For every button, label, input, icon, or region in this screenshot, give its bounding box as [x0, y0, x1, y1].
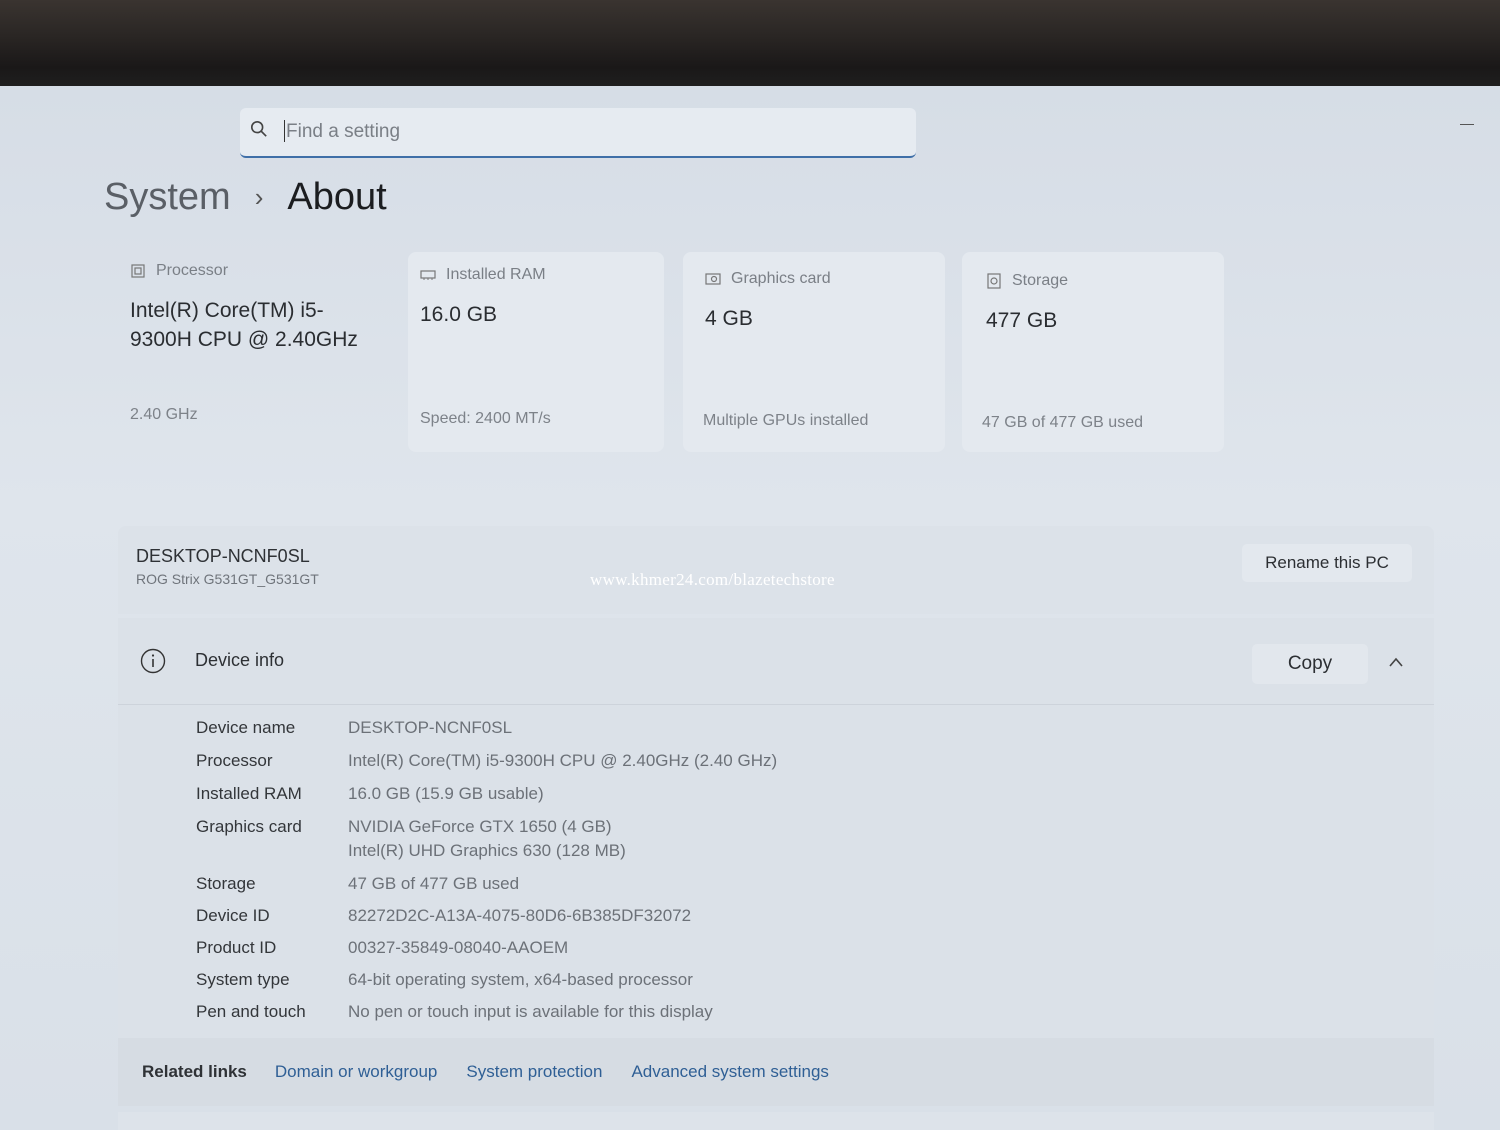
card-sub: 2.40 GHz — [130, 406, 198, 423]
card-label: Graphics card — [731, 270, 831, 287]
card-graphics-card: Graphics card 4 GB Multiple GPUs install… — [683, 252, 945, 452]
spec-value: NVIDIA GeForce GTX 1650 (4 GB) Intel(R) … — [348, 815, 626, 863]
card-processor: Processor Intel(R) Core(TM) i5-9300H CPU… — [130, 252, 392, 452]
spec-row: Processor Intel(R) Core(TM) i5-9300H CPU… — [196, 749, 777, 773]
chevron-up-icon[interactable] — [1388, 656, 1404, 668]
search-input[interactable] — [284, 118, 888, 146]
spec-label: Product ID — [196, 938, 277, 957]
pc-name: DESKTOP-NCNF0SL — [136, 546, 310, 566]
card-value: 477 GB — [986, 309, 1058, 332]
rename-pc-button[interactable]: Rename this PC — [1242, 544, 1412, 582]
spec-row: Storage 47 GB of 477 GB used — [196, 872, 777, 896]
related-links-label: Related links — [142, 1062, 247, 1081]
page-title: About — [287, 175, 387, 218]
next-section-strip — [118, 1112, 1434, 1130]
spec-value: No pen or touch input is available for t… — [348, 1002, 713, 1021]
laptop-bezel — [0, 0, 1500, 90]
settings-window: System › About Processor Intel(R) Core(T… — [0, 86, 1500, 1130]
link-system-protection[interactable]: System protection — [466, 1062, 602, 1082]
card-sub: Speed: 2400 MT/s — [420, 410, 551, 427]
processor-icon — [131, 264, 145, 278]
link-advanced-system-settings[interactable]: Advanced system settings — [631, 1062, 828, 1082]
device-info-title: Device info — [195, 650, 285, 670]
breadcrumb-separator: › — [254, 181, 264, 212]
card-value: 4 GB — [705, 307, 753, 330]
storage-icon — [987, 273, 1001, 289]
spec-row: Device ID 82272D2C-A13A-4075-80D6-6B385D… — [196, 904, 777, 928]
info-icon — [140, 648, 166, 674]
spec-label: Graphics card — [196, 817, 302, 836]
breadcrumb: System › About — [104, 172, 387, 222]
gpu-primary: NVIDIA GeForce GTX 1650 (4 GB) — [348, 817, 612, 836]
spec-label: System type — [196, 970, 290, 989]
spec-label: Pen and touch — [196, 1002, 306, 1021]
graphics-card-icon — [705, 273, 721, 285]
card-sub: 47 GB of 477 GB used — [982, 414, 1143, 431]
text-caret — [284, 120, 285, 142]
spec-row: Graphics card NVIDIA GeForce GTX 1650 (4… — [196, 815, 777, 863]
search-icon — [250, 120, 267, 137]
spec-label: Installed RAM — [196, 784, 302, 803]
card-label: Installed RAM — [446, 266, 546, 283]
search-box[interactable] — [240, 108, 916, 158]
spec-row: Device name DESKTOP-NCNF0SL — [196, 716, 777, 740]
card-label: Processor — [156, 262, 229, 279]
spec-row: System type 64-bit operating system, x64… — [196, 968, 777, 992]
spec-label: Processor — [196, 751, 273, 770]
spec-value: 82272D2C-A13A-4075-80D6-6B385DF32072 — [348, 906, 692, 925]
minimize-button[interactable] — [1460, 124, 1474, 125]
spec-row: Product ID 00327-35849-08040-AAOEM — [196, 936, 777, 960]
spec-label: Storage — [196, 874, 256, 893]
watermark: www.khmer24.com/blazetechstore — [590, 570, 835, 589]
card-value: 16.0 GB — [420, 303, 498, 326]
link-domain-or-workgroup[interactable]: Domain or workgroup — [275, 1062, 438, 1082]
card-storage: Storage 477 GB 47 GB of 477 GB used — [962, 252, 1224, 452]
pc-model: ROG Strix G531GT_G531GT — [136, 571, 319, 587]
spec-row: Installed RAM 16.0 GB (15.9 GB usable) — [196, 782, 777, 806]
spec-label: Device ID — [196, 906, 270, 925]
gpu-secondary: Intel(R) UHD Graphics 630 (128 MB) — [348, 841, 626, 860]
spec-value: DESKTOP-NCNF0SL — [348, 718, 513, 737]
card-label: Storage — [1012, 272, 1069, 289]
copy-button[interactable]: Copy — [1252, 644, 1368, 684]
card-sub: Multiple GPUs installed — [703, 412, 869, 429]
spec-value: 64-bit operating system, x64-based proce… — [348, 970, 693, 989]
spec-value: 47 GB of 477 GB used — [348, 874, 520, 893]
spec-value: Intel(R) Core(TM) i5-9300H CPU @ 2.40GHz… — [348, 751, 778, 770]
ram-icon — [420, 270, 436, 280]
device-info-header[interactable]: Device info Copy — [118, 618, 1434, 705]
pc-name-row: DESKTOP-NCNF0SL ROG Strix G531GT_G531GT … — [118, 526, 1434, 614]
related-links-bar: Related links Domain or workgroup System… — [118, 1038, 1434, 1106]
device-spec-list: Device name DESKTOP-NCNF0SL Processor In… — [196, 716, 777, 1024]
spec-row: Pen and touch No pen or touch input is a… — [196, 1000, 777, 1024]
breadcrumb-system[interactable]: System — [104, 176, 231, 219]
device-info-section: Device info Copy Device name DESKTOP-NCN… — [118, 618, 1434, 1038]
card-installed-ram: Installed RAM 16.0 GB Speed: 2400 MT/s — [408, 252, 664, 452]
spec-value: 16.0 GB (15.9 GB usable) — [348, 784, 544, 803]
spec-label: Device name — [196, 718, 296, 737]
card-value: Intel(R) Core(TM) i5-9300H CPU @ 2.40GHz — [130, 299, 358, 351]
spec-value: 00327-35849-08040-AAOEM — [348, 938, 569, 957]
